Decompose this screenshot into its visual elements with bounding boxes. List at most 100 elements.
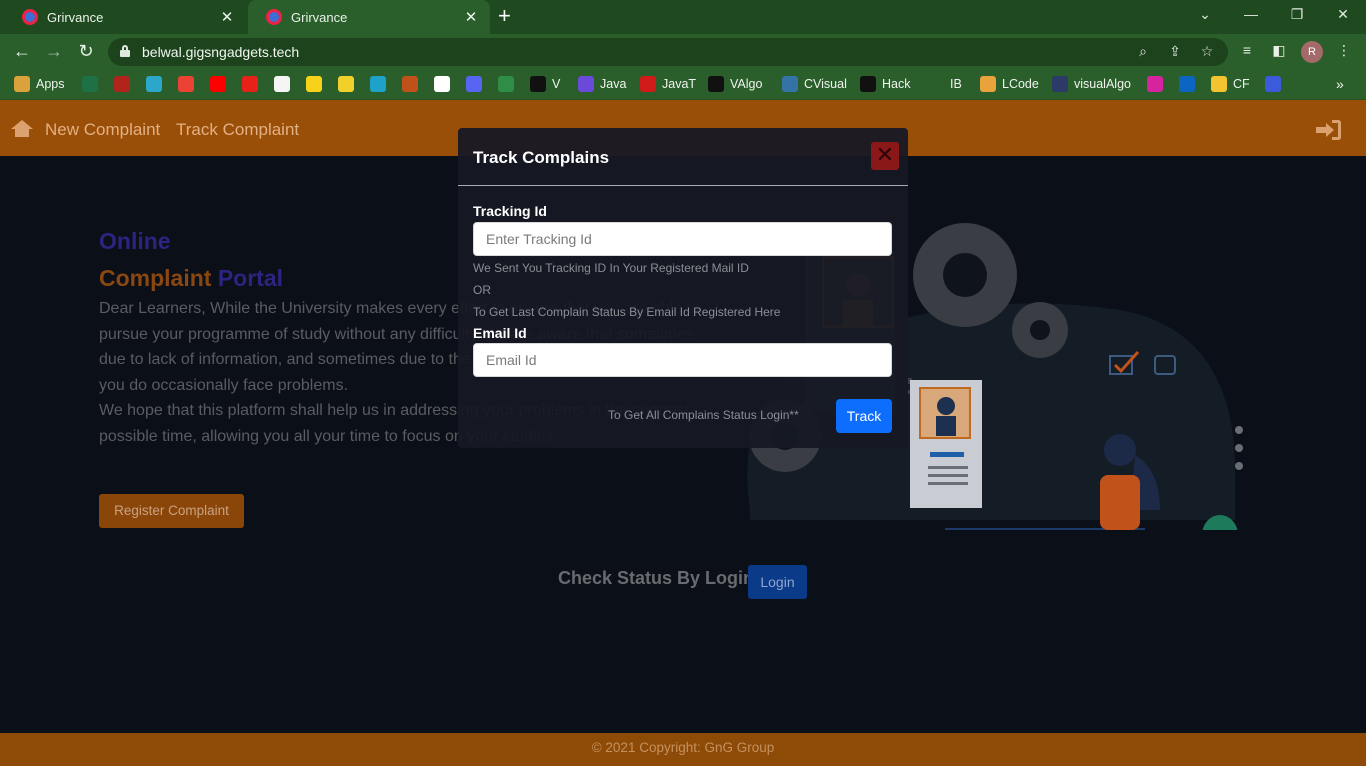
close-tab-icon[interactable]: ✕	[462, 8, 480, 26]
tab-title: Grirvance	[291, 9, 348, 25]
track-button[interactable]: Track	[836, 399, 892, 433]
bookmark-code[interactable]	[402, 76, 424, 92]
codeforces-icon	[1211, 76, 1227, 92]
address-bar[interactable]: belwal.gigsngadgets.tech ⌕ ⇪ ☆	[108, 38, 1228, 66]
bookmark-java[interactable]: Java	[578, 76, 626, 92]
bookmark-apps[interactable]: Apps	[14, 76, 65, 92]
sign-in-icon[interactable]	[1316, 120, 1342, 140]
interviewbit-icon	[928, 76, 944, 92]
bookmark-excel[interactable]	[82, 76, 104, 92]
restore-icon[interactable]: ❐	[1287, 6, 1307, 23]
login-button[interactable]: Login	[748, 565, 807, 599]
browser-tab-active[interactable]: Grirvance ✕	[248, 0, 490, 34]
bookmark-youtube-music[interactable]	[242, 76, 264, 92]
reload-icon[interactable]: ↻	[75, 41, 97, 62]
bookmark-visualalgo[interactable]: visualAlgo	[1052, 76, 1131, 92]
bookmark-4[interactable]	[1265, 76, 1287, 92]
triangle-icon	[530, 76, 546, 92]
home-icon[interactable]	[11, 120, 33, 138]
tab-title: Grirvance	[47, 9, 104, 25]
zoom-icon[interactable]: ⌕	[1134, 43, 1152, 60]
nav-new-complaint[interactable]: New Complaint	[45, 120, 160, 140]
bookmark-amazon[interactable]	[274, 76, 296, 92]
tab-search-icon[interactable]: ⌄	[1195, 6, 1215, 23]
login-note: To Get All Complains Status Login**	[608, 408, 799, 422]
close-icon[interactable]: ✕	[871, 142, 899, 170]
lock-icon	[120, 45, 130, 57]
bookmark-v[interactable]: V	[530, 76, 560, 92]
visualalgo-icon	[1052, 76, 1068, 92]
gfg-icon	[498, 76, 514, 92]
bookmark-youtube[interactable]	[210, 76, 232, 92]
link-icon	[1265, 76, 1281, 92]
leetcode-icon	[980, 76, 996, 92]
p-icon	[338, 76, 354, 92]
url-text[interactable]: belwal.gigsngadgets.tech	[142, 44, 299, 60]
bookmark-hack[interactable]: Hack	[860, 76, 910, 92]
bookmark-1[interactable]	[114, 76, 136, 92]
code-icon	[402, 76, 418, 92]
hero-title-portal: Complaint Portal	[99, 265, 284, 291]
email-id-input[interactable]	[473, 343, 892, 377]
tracking-id-input[interactable]	[473, 222, 892, 256]
bookmark-instagram[interactable]	[1147, 76, 1169, 92]
bookmark-cvisual[interactable]: CVisual	[782, 76, 847, 92]
bookmark-github[interactable]	[434, 76, 456, 92]
bookmark-javat[interactable]: JavaT	[640, 76, 696, 92]
footer-copyright: © 2021 Copyright: GnG Group	[0, 733, 1366, 766]
bookmark-cf[interactable]: CF	[1211, 76, 1250, 92]
bookmark-lcode[interactable]: LCode	[980, 76, 1039, 92]
share-icon[interactable]: ⇪	[1166, 43, 1184, 60]
amazon-icon	[274, 76, 290, 92]
python-icon	[782, 76, 798, 92]
discord-icon	[466, 76, 482, 92]
forward-icon[interactable]: →	[43, 41, 65, 62]
bookmark-valgo[interactable]: VAlgo	[708, 76, 762, 92]
hackerrank-icon	[860, 76, 876, 92]
bookmark-gmail[interactable]	[178, 76, 200, 92]
bookmark-ib[interactable]: IB	[928, 76, 962, 92]
email-id-label: Email Id	[473, 325, 527, 341]
or-divider-text: OR	[473, 283, 491, 297]
bookmark-flipkart[interactable]	[306, 76, 328, 92]
tracking-hint: We Sent You Tracking ID In Your Register…	[473, 261, 749, 275]
close-tab-icon[interactable]: ✕	[218, 8, 236, 26]
side-panel-icon[interactable]: ◧	[1269, 42, 1289, 59]
youtube-music-icon	[242, 76, 258, 92]
bookmark-3[interactable]	[370, 76, 392, 92]
bookmark-gfg[interactable]	[498, 76, 520, 92]
gmail-icon	[178, 76, 194, 92]
browser-tab-strip: Grirvance ✕ Grirvance ✕ + ⌄ — ❐ ✕	[0, 0, 1366, 34]
lens-icon	[146, 76, 162, 92]
minimize-icon[interactable]: —	[1241, 6, 1261, 22]
more-bookmarks-icon[interactable]: »	[1336, 76, 1344, 92]
profile-avatar[interactable]: R	[1301, 41, 1323, 63]
bookmark-paytm[interactable]	[338, 76, 360, 92]
speedometer-icon	[114, 76, 130, 92]
register-complaint-button[interactable]: Register Complaint	[99, 494, 244, 528]
bookmark-discord[interactable]	[466, 76, 488, 92]
tracking-id-label: Tracking Id	[473, 203, 547, 219]
hero-title-online: Online	[99, 228, 171, 254]
site-favicon-icon	[22, 9, 38, 25]
bolt-icon	[578, 76, 594, 92]
bookmark-2[interactable]	[146, 76, 168, 92]
reading-list-icon[interactable]: ≡	[1237, 42, 1257, 58]
github-icon	[434, 76, 450, 92]
back-icon[interactable]: ←	[11, 41, 33, 62]
close-window-icon[interactable]: ✕	[1333, 6, 1353, 23]
bookmark-star-icon[interactable]: ☆	[1198, 43, 1216, 60]
menu-icon[interactable]: ⋮	[1334, 42, 1354, 59]
new-tab-button[interactable]: +	[498, 5, 511, 27]
gear-icon	[913, 223, 1017, 327]
modal-header: Track Complains ✕	[458, 128, 908, 186]
bookmark-linkedin[interactable]	[1179, 76, 1201, 92]
site-favicon-icon	[266, 9, 282, 25]
arrow-icon	[370, 76, 386, 92]
bookmarks-bar: Apps V Java JavaT VAlgo CVisual Hack IB …	[0, 70, 1366, 100]
flipkart-icon	[306, 76, 322, 92]
browser-tab[interactable]: Grirvance ✕	[4, 0, 246, 34]
nav-track-complaint[interactable]: Track Complaint	[176, 120, 299, 140]
instagram-icon	[1147, 76, 1163, 92]
modal-title: Track Complains	[473, 148, 610, 167]
